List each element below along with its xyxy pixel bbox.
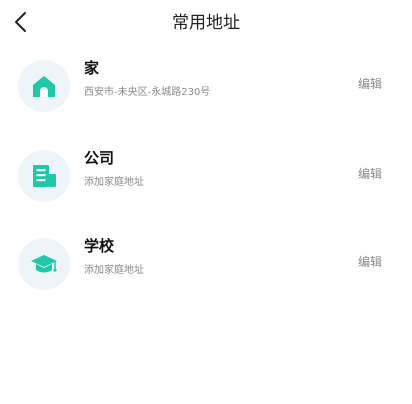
address-title: 学校 — [84, 237, 115, 255]
address-detail: 添加家庭地址 — [84, 265, 144, 276]
address-detail: 西安市-未央区-永城路230号 — [84, 87, 211, 98]
graduation-cap-icon — [31, 255, 57, 273]
edit-button[interactable]: 编辑 — [358, 76, 382, 92]
address-icon-circle — [18, 60, 70, 112]
edit-button[interactable]: 编辑 — [358, 166, 382, 182]
page-title: 常用地址 — [172, 13, 240, 33]
address-item-company[interactable]: 公司 添加家庭地址 编辑 — [0, 144, 412, 208]
address-title: 公司 — [84, 149, 115, 167]
home-icon — [33, 76, 55, 97]
navigation-bar: 常用地址 — [0, 0, 412, 46]
address-title: 家 — [84, 59, 100, 77]
address-icon-circle — [18, 238, 70, 290]
address-item-home[interactable]: 家 西安市-未央区-永城路230号 编辑 — [0, 54, 412, 118]
address-icon-circle — [18, 150, 70, 202]
address-item-school[interactable]: 学校 添加家庭地址 编辑 — [0, 232, 412, 296]
address-detail: 添加家庭地址 — [84, 177, 144, 188]
building-icon — [33, 165, 56, 187]
edit-button[interactable]: 编辑 — [358, 254, 382, 270]
